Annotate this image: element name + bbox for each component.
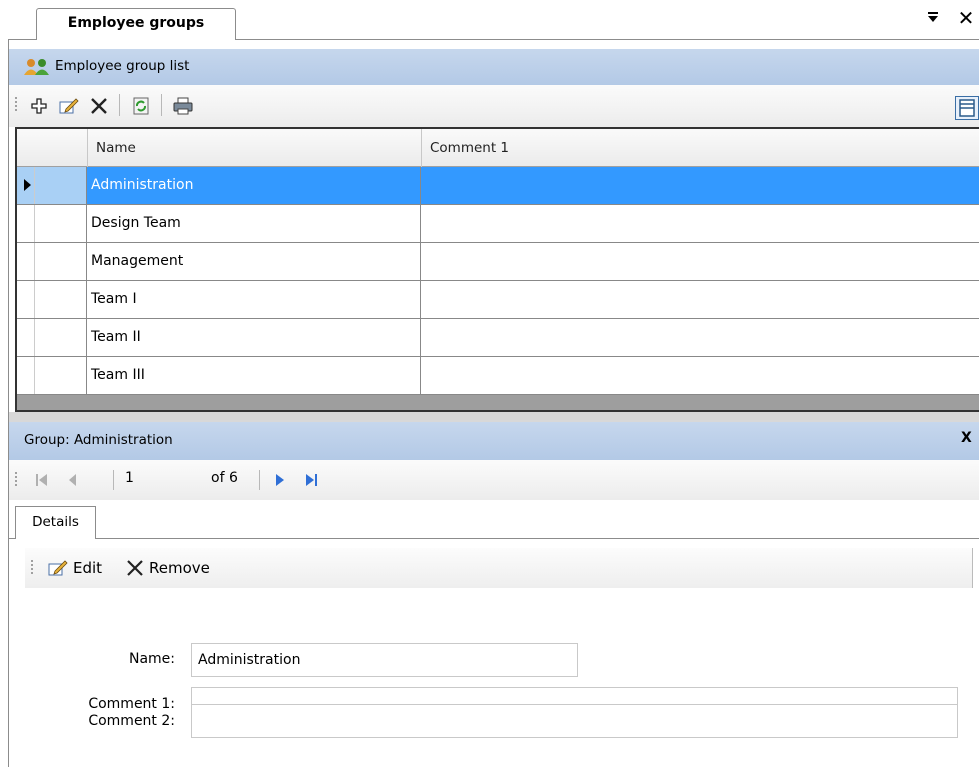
current-row-pointer-icon: [24, 179, 31, 191]
remove-button[interactable]: Remove: [125, 556, 210, 580]
print-icon[interactable]: [171, 94, 195, 118]
table-row[interactable]: Team III: [17, 357, 979, 395]
cell-name[interactable]: Management: [87, 243, 421, 280]
toolbar-separator: [119, 94, 120, 116]
layout-icon[interactable]: [955, 96, 979, 120]
cell-comment1[interactable]: [421, 319, 979, 356]
cell-comment1[interactable]: [421, 281, 979, 318]
row-selector[interactable]: [17, 281, 87, 318]
detail-tab-strip: Details: [9, 500, 979, 540]
pane-border: [8, 40, 9, 767]
list-title: Employee group list: [55, 58, 190, 74]
toolbar-separator: [113, 470, 114, 490]
row-selector[interactable]: [17, 167, 87, 204]
cell-comment1[interactable]: [421, 205, 979, 242]
column-header-comment1[interactable]: Comment 1: [421, 129, 979, 167]
edit-button-label: Edit: [73, 559, 103, 577]
document-tab-strip: Employee groups ✕: [0, 0, 979, 40]
table-row[interactable]: Team I: [17, 281, 979, 319]
employee-group-icon: [24, 59, 49, 75]
tab-employee-groups-label: Employee groups: [67, 15, 205, 31]
employee-group-grid[interactable]: Name Comment 1 Administration Design Tea…: [15, 127, 979, 412]
cell-name[interactable]: Team I: [87, 281, 421, 318]
name-field[interactable]: [191, 643, 578, 677]
toolbar-separator: [161, 94, 162, 116]
edit-icon: [48, 560, 68, 576]
remove-button-label: Remove: [149, 559, 210, 577]
first-record-icon[interactable]: [35, 472, 49, 488]
grid-header: Name Comment 1: [17, 129, 979, 167]
delete-icon[interactable]: [87, 94, 111, 118]
close-window-icon[interactable]: ✕: [955, 8, 977, 28]
row-selector[interactable]: [17, 205, 87, 242]
table-row[interactable]: Management: [17, 243, 979, 281]
toolbar-grip[interactable]: [15, 472, 18, 488]
cell-comment1[interactable]: [421, 357, 979, 394]
comment2-field[interactable]: [191, 704, 958, 738]
list-header: Employee group list: [9, 49, 979, 85]
table-row[interactable]: Administration: [17, 167, 979, 205]
row-selector[interactable]: [17, 243, 87, 280]
refresh-icon[interactable]: [129, 94, 153, 118]
table-row[interactable]: Team II: [17, 319, 979, 357]
pane-splitter[interactable]: [9, 412, 979, 422]
comment1-label: Comment 1:: [88, 696, 175, 712]
table-row[interactable]: Design Team: [17, 205, 979, 243]
tab-employee-groups[interactable]: Employee groups: [36, 8, 236, 40]
grid-empty-area: [17, 395, 979, 410]
close-detail-button[interactable]: X: [961, 430, 972, 446]
remove-icon: [127, 560, 143, 576]
add-icon[interactable]: [27, 94, 51, 118]
edit-button[interactable]: Edit: [47, 556, 102, 580]
cell-comment1[interactable]: [421, 243, 979, 280]
tab-details[interactable]: Details: [15, 506, 96, 539]
next-record-icon[interactable]: [275, 472, 285, 488]
cell-comment1[interactable]: [421, 167, 979, 204]
toolbar-grip[interactable]: [31, 560, 34, 576]
detail-toolbar: Edit Remove: [25, 548, 973, 588]
record-count-label: of 6: [211, 470, 238, 486]
detail-tab-baseline: [9, 538, 979, 539]
toolbar-separator: [259, 470, 260, 490]
last-record-icon[interactable]: [305, 472, 319, 488]
detail-title: Group: Administration: [24, 432, 173, 448]
cell-name[interactable]: Administration: [87, 167, 421, 204]
record-position-input[interactable]: 1: [121, 470, 201, 490]
cell-name[interactable]: Design Team: [87, 205, 421, 242]
column-header-name[interactable]: Name: [87, 129, 421, 167]
tab-details-label: Details: [32, 514, 79, 530]
record-navigator: 1 of 6: [9, 460, 979, 500]
edit-icon[interactable]: [57, 94, 81, 118]
window-menu-dropdown-icon[interactable]: [924, 10, 942, 28]
previous-record-icon[interactable]: [67, 472, 77, 488]
name-label: Name:: [128, 651, 175, 667]
cell-name[interactable]: Team III: [87, 357, 421, 394]
list-toolbar: [9, 85, 979, 127]
cell-name[interactable]: Team II: [87, 319, 421, 356]
row-selector[interactable]: [17, 319, 87, 356]
row-selector[interactable]: [17, 357, 87, 394]
comment2-label: Comment 2:: [88, 713, 175, 729]
detail-header: Group: Administration X: [9, 422, 979, 460]
toolbar-grip[interactable]: [15, 97, 18, 113]
